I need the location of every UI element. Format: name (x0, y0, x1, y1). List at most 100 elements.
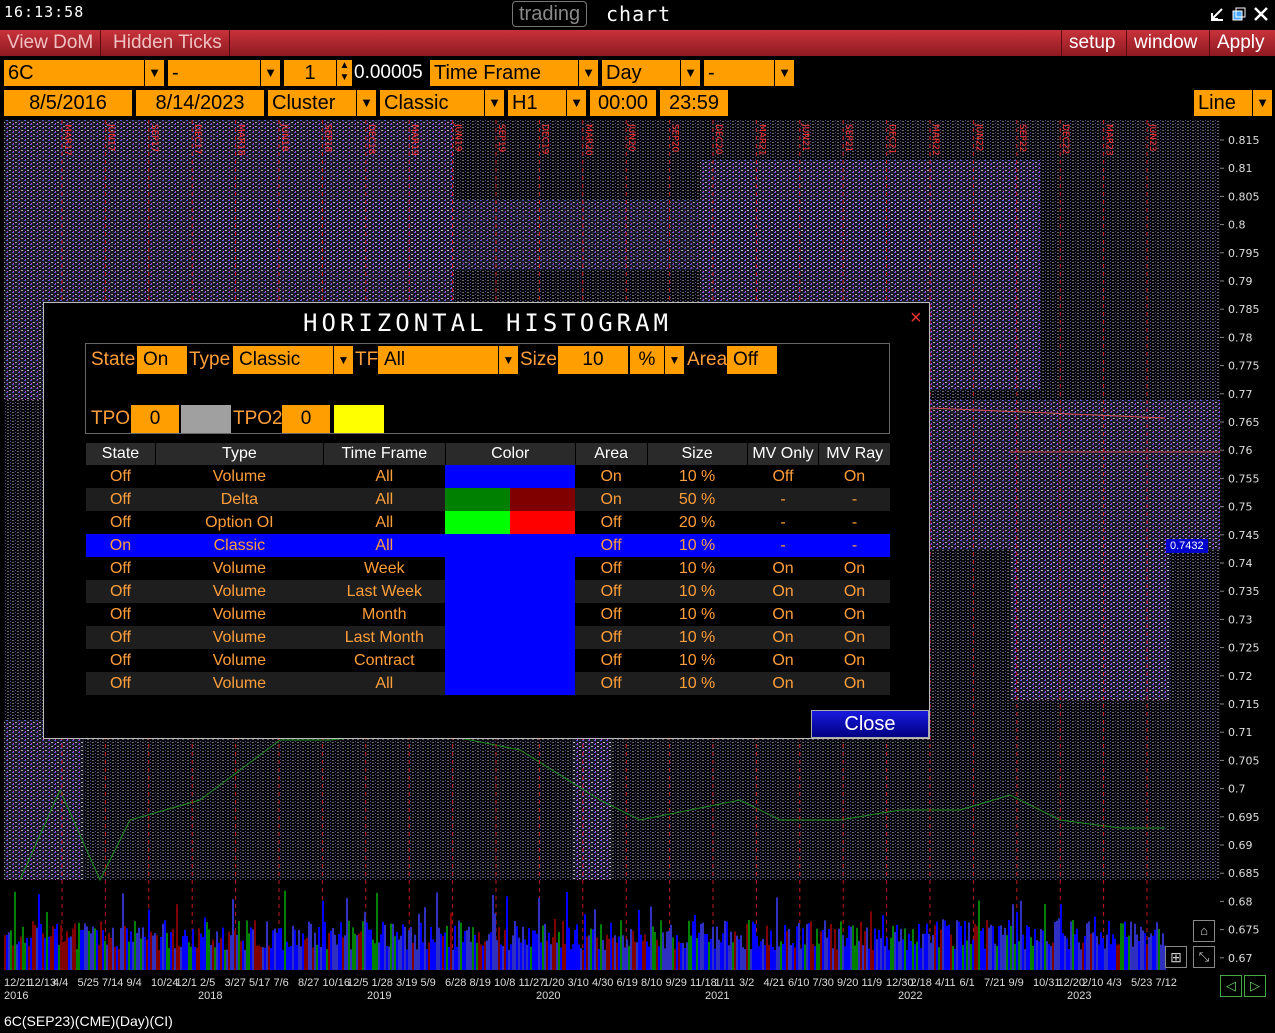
state-field[interactable]: On (137, 346, 187, 374)
tpo-field[interactable]: 0 (131, 405, 179, 433)
cell-size[interactable]: 10 % (647, 557, 748, 580)
chart-type-dropdown[interactable]: ▼ (356, 90, 376, 116)
table-row[interactable]: Off Volume Last Month Off 10 % On On (85, 626, 890, 649)
cell-mv-ray[interactable]: On (818, 672, 890, 695)
cell-timeframe[interactable]: All (323, 672, 446, 695)
cell-state[interactable]: Off (85, 557, 156, 580)
color-swatch[interactable] (445, 603, 576, 626)
close-button[interactable]: Close (811, 710, 929, 738)
dialog-close-icon[interactable]: × (910, 307, 922, 330)
cell-area[interactable]: Off (575, 557, 648, 580)
cell-size[interactable]: 10 % (647, 626, 748, 649)
cell-color[interactable] (445, 672, 576, 695)
area-field[interactable]: Off (727, 346, 777, 374)
color-swatch[interactable] (445, 649, 576, 672)
field2-select[interactable]: - (168, 60, 260, 86)
table-row[interactable]: Off Volume Contract Off 10 % On On (85, 649, 890, 672)
table-row[interactable]: Off Volume All On 10 % Off On (85, 465, 890, 488)
col-mv-only-header[interactable]: MV Only (746, 443, 819, 465)
cell-area[interactable]: On (575, 465, 648, 488)
cell-state[interactable]: Off (85, 626, 156, 649)
col-size-header[interactable]: Size (646, 443, 748, 465)
apply-button[interactable]: Apply (1209, 30, 1272, 56)
cell-color[interactable] (445, 649, 576, 672)
color-swatch[interactable] (510, 511, 576, 534)
cell-state[interactable]: Off (85, 580, 156, 603)
cell-area[interactable]: Off (575, 649, 648, 672)
cell-timeframe[interactable]: All (323, 511, 446, 534)
cell-mv-ray[interactable]: On (818, 465, 890, 488)
col-type-header[interactable]: Type (154, 443, 324, 465)
cell-mv-only[interactable]: On (747, 649, 819, 672)
hidden-ticks-button[interactable]: Hidden Ticks (106, 30, 230, 56)
scroll-right-icon[interactable]: ▷ (1244, 975, 1266, 997)
cell-type[interactable]: Volume (155, 649, 324, 672)
tf-dropdown[interactable]: ▼ (498, 346, 518, 374)
color-swatch[interactable] (510, 488, 576, 511)
symbol-dropdown[interactable]: ▼ (144, 60, 164, 86)
color-swatch[interactable] (445, 557, 576, 580)
style-dropdown[interactable]: ▼ (484, 90, 504, 116)
col-mv-ray-header[interactable]: MV Ray (818, 443, 890, 465)
cell-type[interactable]: Classic (155, 534, 324, 557)
field2-dropdown[interactable]: ▼ (260, 60, 280, 86)
cell-type[interactable]: Option OI (155, 511, 324, 534)
cell-mv-ray[interactable]: - (818, 534, 890, 557)
cell-state[interactable]: Off (85, 603, 156, 626)
cell-area[interactable]: On (575, 488, 648, 511)
col-area-header[interactable]: Area (574, 443, 648, 465)
symbol-field[interactable]: 6C (4, 60, 144, 86)
cell-mv-ray[interactable]: - (818, 488, 890, 511)
multiplier-stepper[interactable]: ▲ ▼ (336, 60, 352, 86)
cell-type[interactable]: Volume (155, 603, 324, 626)
cell-type[interactable]: Volume (155, 465, 324, 488)
cell-area[interactable]: Off (575, 626, 648, 649)
tf-field[interactable]: All (378, 346, 498, 374)
tpo-color-swatch[interactable] (181, 405, 231, 433)
cell-area[interactable]: Off (575, 580, 648, 603)
cell-timeframe[interactable]: Last Month (323, 626, 446, 649)
style-select[interactable]: Classic (380, 90, 484, 116)
cell-mv-only[interactable]: On (747, 557, 819, 580)
cell-area[interactable]: Off (575, 534, 648, 557)
size-field[interactable]: 10 (558, 346, 628, 374)
cell-mv-only[interactable]: - (747, 534, 819, 557)
color-swatch[interactable] (445, 580, 576, 603)
cell-timeframe[interactable]: Last Week (323, 580, 446, 603)
crosshair-icon[interactable]: ⊞ (1165, 946, 1187, 968)
cell-mv-only[interactable]: On (747, 626, 819, 649)
field7-dropdown[interactable]: ▼ (774, 60, 794, 86)
cell-mv-ray[interactable]: On (818, 580, 890, 603)
field7-select[interactable]: - (704, 60, 774, 86)
table-row[interactable]: Off Delta All On 50 % - - (85, 488, 890, 511)
cell-state[interactable]: Off (85, 672, 156, 695)
cell-area[interactable]: Off (575, 672, 648, 695)
color-swatch[interactable] (445, 672, 576, 695)
tpo2-field[interactable]: 0 (282, 405, 330, 433)
cell-size[interactable]: 10 % (647, 534, 748, 557)
cell-mv-ray[interactable]: On (818, 603, 890, 626)
size-unit-dropdown[interactable]: ▼ (664, 346, 684, 374)
setup-button[interactable]: setup (1061, 30, 1122, 56)
cell-color[interactable] (445, 465, 576, 488)
color-swatch[interactable] (445, 465, 576, 488)
restore-icon[interactable] (1231, 6, 1247, 22)
cell-type[interactable]: Volume (155, 626, 324, 649)
color-swatch[interactable] (445, 626, 576, 649)
cell-mv-only[interactable]: On (747, 672, 819, 695)
cell-area[interactable]: Off (575, 511, 648, 534)
cell-timeframe[interactable]: All (323, 488, 446, 511)
color-swatch[interactable] (445, 488, 511, 511)
view-dom-button[interactable]: View DoM (0, 30, 102, 56)
size-unit-field[interactable]: % (630, 346, 664, 374)
cell-timeframe[interactable]: Week (323, 557, 446, 580)
cell-timeframe[interactable]: All (323, 534, 446, 557)
cell-mv-ray[interactable]: On (818, 649, 890, 672)
table-row[interactable]: Off Volume Month Off 10 % On On (85, 603, 890, 626)
cell-mv-ray[interactable]: On (818, 626, 890, 649)
display-select[interactable]: Line (1194, 90, 1252, 116)
cell-mv-only[interactable]: On (747, 580, 819, 603)
collapse-icon[interactable]: ⤡ (1193, 946, 1215, 968)
start-date-field[interactable]: 8/5/2016 (4, 90, 132, 116)
cell-type[interactable]: Volume (155, 580, 324, 603)
